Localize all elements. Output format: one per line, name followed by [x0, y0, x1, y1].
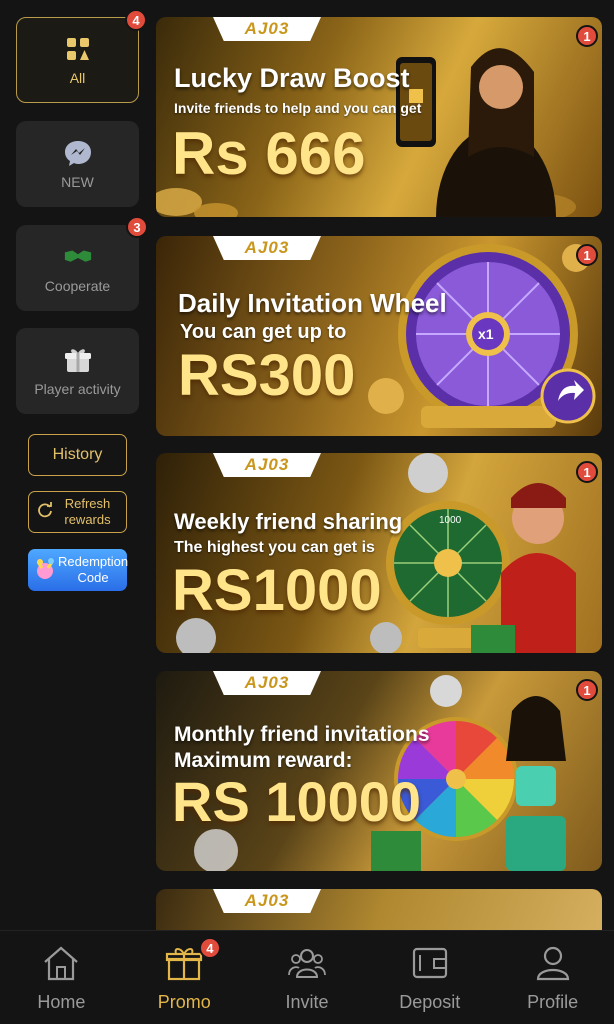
nav-label: Invite	[285, 992, 329, 1012]
banner-monthly-friend-invitations[interactable]: AJ03 Monthly friend invitations Maximum …	[156, 671, 602, 871]
banner-title: Lucky Draw Boost	[174, 63, 410, 93]
handshake-icon	[63, 242, 93, 272]
banner-title: Monthly friend invitations	[174, 723, 430, 746]
nav-label: Home	[37, 992, 86, 1012]
notification-badge: 3	[126, 216, 148, 238]
chat-bubble-icon	[63, 138, 93, 168]
banner-weekly-friend-sharing[interactable]: AJ03 1000 Weekly friend sharing The high…	[156, 453, 602, 653]
nav-profile[interactable]: Profile	[491, 931, 614, 1024]
nav-home[interactable]: Home	[0, 931, 123, 1024]
banner-amount: RS300	[178, 343, 356, 408]
wheel-label-top: 1000	[439, 515, 462, 526]
users-icon	[287, 945, 327, 986]
nav-label: Deposit	[399, 992, 461, 1012]
notification-badge: 1	[576, 461, 598, 483]
nav-invite[interactable]: Invite	[246, 931, 369, 1024]
banner-lucky-draw-boost[interactable]: AJ03 Lucky Draw Boost Invite friends to …	[156, 17, 602, 217]
banner-amount: Rs 666	[172, 120, 366, 187]
user-icon	[533, 945, 573, 986]
nav-promo[interactable]: Promo 4	[123, 931, 246, 1024]
category-player-activity[interactable]: Player activity	[16, 328, 139, 414]
brand-logo: AJ03	[213, 453, 321, 477]
category-label: NEW	[61, 174, 94, 190]
notification-badge: 4	[198, 937, 221, 959]
category-cooperate[interactable]: Cooperate 3	[16, 216, 148, 311]
gift-icon	[164, 945, 204, 986]
refresh-label: Refresh rewards	[64, 496, 111, 527]
notification-badge: 4	[125, 9, 147, 31]
home-icon	[41, 945, 81, 986]
wheel-multiplier: x1	[478, 326, 494, 342]
banner-title: Weekly friend sharing	[174, 509, 403, 534]
nav-label: Profile	[527, 992, 579, 1012]
redemption-label: Redemption Code	[58, 554, 129, 585]
banner-subtitle: Invite friends to help and you can get	[174, 100, 422, 116]
history-button[interactable]: History	[28, 434, 127, 476]
category-new[interactable]: NEW	[16, 121, 139, 207]
category-label: All	[69, 70, 86, 86]
category-label: Player activity	[34, 381, 121, 397]
notification-badge: 1	[576, 25, 598, 47]
grid-icon	[63, 34, 93, 64]
banner-amount: RS1000	[172, 558, 382, 623]
category-label: Cooperate	[44, 278, 111, 294]
refresh-icon	[37, 502, 53, 522]
redemption-code-button[interactable]: Redemption Code	[28, 549, 129, 591]
banner-subtitle: You can get up to	[180, 321, 347, 343]
gift-ribbon-icon	[32, 556, 58, 584]
bottom-navigation: Home Promo 4 Invite Deposit Profile	[0, 930, 614, 1024]
category-sidebar: All 4 NEW Cooperate 3 Player activity Hi…	[0, 0, 152, 930]
wallet-icon	[410, 945, 450, 986]
brand-logo: AJ03	[213, 236, 321, 260]
nav-label: Promo	[157, 992, 211, 1012]
category-all[interactable]: All 4	[16, 9, 147, 103]
notification-badge: 1	[576, 244, 598, 266]
banner-subtitle: The highest you can get is	[174, 539, 375, 556]
brand-logo: AJ03	[213, 671, 321, 695]
brand-logo: AJ03	[213, 17, 321, 41]
nav-deposit[interactable]: Deposit	[368, 931, 491, 1024]
banner-daily-invitation-wheel[interactable]: AJ03 x1 Daily Invitation Wheel You can g…	[156, 236, 602, 436]
banner-title: Daily Invitation Wheel	[178, 288, 447, 318]
history-label: History	[52, 446, 103, 463]
refresh-rewards-button[interactable]: Refresh rewards	[28, 491, 127, 533]
brand-logo: AJ03	[213, 889, 321, 913]
gift-icon	[63, 345, 93, 375]
banner-amount: RS 10000	[172, 770, 422, 833]
notification-badge: 1	[576, 679, 598, 701]
